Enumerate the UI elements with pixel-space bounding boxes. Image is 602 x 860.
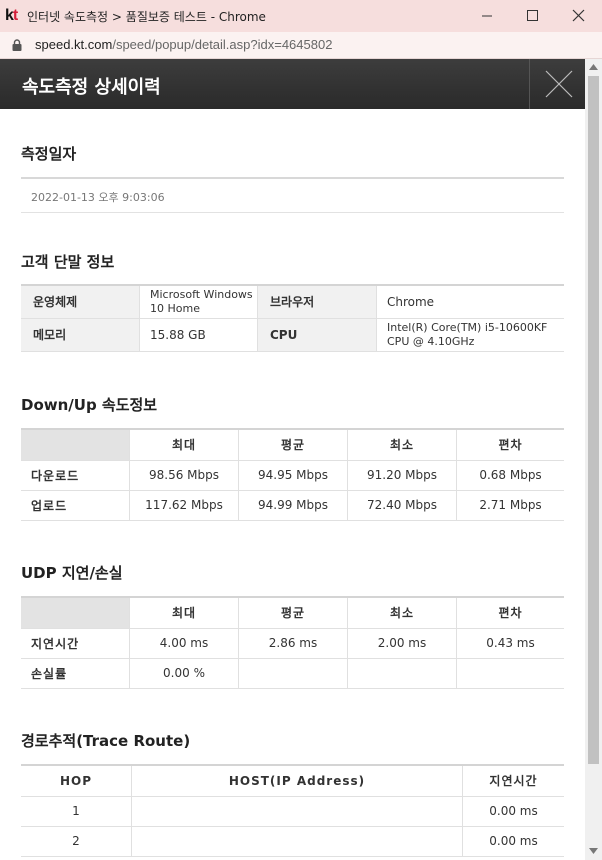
browser-value: Chrome <box>376 284 564 319</box>
speed-col-max: 최대 <box>129 428 239 461</box>
table-row: 다운로드 98.56 Mbps 94.95 Mbps 91.20 Mbps 0.… <box>21 459 564 491</box>
speed-col-min: 최소 <box>347 428 457 461</box>
trace-col-hop: HOP <box>21 764 132 797</box>
popup-content: 측정일자 2022-01-13 오후 9:03:06 고객 단말 정보 운영체제… <box>0 109 585 860</box>
speed-info-table: 최대 평균 최소 편차 다운로드 98.56 Mbps 94.95 Mbps 9… <box>21 428 564 521</box>
memory-value: 15.88 GB <box>139 317 258 352</box>
device-info-table: 운영체제 Microsoft Windows 10 Home 브라우저 Chrom… <box>21 284 564 352</box>
url-host: speed.kt.com <box>35 37 113 52</box>
maximize-icon <box>527 10 538 21</box>
close-icon <box>545 70 573 98</box>
popup-header: 속도측정 상세이력 <box>0 59 585 109</box>
udp-table: 최대 평균 최소 편차 지연시간 4.00 ms 2.86 ms 2.00 ms… <box>21 596 564 689</box>
table-row: 지연시간 4.00 ms 2.86 ms 2.00 ms 0.43 ms <box>21 627 564 659</box>
trace-hop: 2 <box>21 825 132 857</box>
url-path: /speed/popup/detail.asp?idx=4645802 <box>112 37 333 52</box>
popup-close-button[interactable] <box>529 59 586 109</box>
kt-logo: kt <box>5 7 18 24</box>
measure-date-box: 2022-01-13 오후 9:03:06 <box>21 177 564 213</box>
udp-col-avg: 평균 <box>238 596 348 629</box>
window-titlebar: kt 인터넷 속도측정 > 품질보증 테스트 - Chrome <box>0 0 602 32</box>
udp-col-dev: 편차 <box>456 596 564 629</box>
table-row: 업로드 117.62 Mbps 94.99 Mbps 72.40 Mbps 2.… <box>21 489 564 521</box>
os-value-line2: 10 Home <box>150 301 200 315</box>
measure-date-value: 2022-01-13 오후 9:03:06 <box>31 191 165 204</box>
device-info-heading: 고객 단말 정보 <box>21 253 115 271</box>
latency-avg: 2.86 ms <box>238 627 348 659</box>
latency-label: 지연시간 <box>21 627 130 659</box>
lock-icon <box>12 39 22 51</box>
trace-route-table: HOP HOST(IP Address) 지연시간 1 0.00 ms 2 0.… <box>21 764 564 857</box>
trace-host <box>131 825 463 857</box>
trace-route-heading: 경로추적(Trace Route) <box>21 732 191 750</box>
loss-min <box>347 657 457 689</box>
udp-heading: UDP 지연/손실 <box>21 564 123 582</box>
loss-label: 손실률 <box>21 657 130 689</box>
measure-date-heading: 측정일자 <box>21 145 77 163</box>
upload-min: 72.40 Mbps <box>347 489 457 521</box>
os-value: Microsoft Windows 10 Home <box>139 284 258 319</box>
speed-col-avg: 평균 <box>238 428 348 461</box>
scroll-up-arrow-icon[interactable] <box>589 64 598 70</box>
udp-col-min: 최소 <box>347 596 457 629</box>
os-label: 운영체제 <box>21 284 140 319</box>
download-avg: 94.95 Mbps <box>238 459 348 491</box>
upload-dev: 2.71 Mbps <box>456 489 564 521</box>
table-row: 1 0.00 ms <box>21 795 564 827</box>
trace-col-latency: 지연시간 <box>462 764 564 797</box>
trace-host <box>131 795 463 827</box>
download-max: 98.56 Mbps <box>129 459 239 491</box>
table-row: 2 0.00 ms <box>21 825 564 857</box>
scroll-down-arrow-icon[interactable] <box>589 848 598 854</box>
cpu-value-line2: CPU @ 4.10GHz <box>387 334 475 348</box>
loss-avg <box>238 657 348 689</box>
latency-min: 2.00 ms <box>347 627 457 659</box>
loss-dev <box>456 657 564 689</box>
memory-label: 메모리 <box>21 317 140 352</box>
speed-info-heading: Down/Up 속도정보 <box>21 396 158 414</box>
download-dev: 0.68 Mbps <box>456 459 564 491</box>
cpu-value: Intel(R) Core(TM) i5-10600KF CPU @ 4.10GH… <box>376 317 564 352</box>
upload-label: 업로드 <box>21 489 130 521</box>
minimize-button[interactable] <box>464 0 510 32</box>
udp-col-max: 최대 <box>129 596 239 629</box>
trace-hop: 1 <box>21 795 132 827</box>
browser-label: 브라우저 <box>257 284 377 319</box>
latency-dev: 0.43 ms <box>456 627 564 659</box>
trace-latency: 0.00 ms <box>462 795 564 827</box>
minimize-icon <box>482 15 492 17</box>
window-title: 인터넷 속도측정 > 품질보증 테스트 - Chrome <box>27 10 266 24</box>
vertical-scrollbar[interactable] <box>585 59 602 860</box>
cpu-label: CPU <box>257 317 377 352</box>
upload-max: 117.62 Mbps <box>129 489 239 521</box>
trace-col-host: HOST(IP Address) <box>131 764 463 797</box>
speed-col-dev: 편차 <box>456 428 564 461</box>
trace-latency: 0.00 ms <box>462 825 564 857</box>
download-label: 다운로드 <box>21 459 130 491</box>
udp-corner-cell <box>21 596 130 629</box>
close-icon <box>572 9 585 22</box>
loss-max: 0.00 % <box>129 657 239 689</box>
address-bar[interactable]: speed.kt.com/speed/popup/detail.asp?idx=… <box>0 32 602 59</box>
latency-max: 4.00 ms <box>129 627 239 659</box>
upload-avg: 94.99 Mbps <box>238 489 348 521</box>
maximize-button[interactable] <box>510 0 556 32</box>
download-min: 91.20 Mbps <box>347 459 457 491</box>
url-text: speed.kt.com/speed/popup/detail.asp?idx=… <box>35 37 332 52</box>
os-value-line1: Microsoft Windows <box>150 287 253 301</box>
speed-corner-cell <box>21 428 130 461</box>
cpu-value-line1: Intel(R) Core(TM) i5-10600KF <box>387 320 548 334</box>
popup-title: 속도측정 상세이력 <box>22 77 161 98</box>
window-close-button[interactable] <box>556 0 602 32</box>
scrollbar-thumb[interactable] <box>588 76 599 764</box>
table-row: 손실률 0.00 % <box>21 657 564 689</box>
